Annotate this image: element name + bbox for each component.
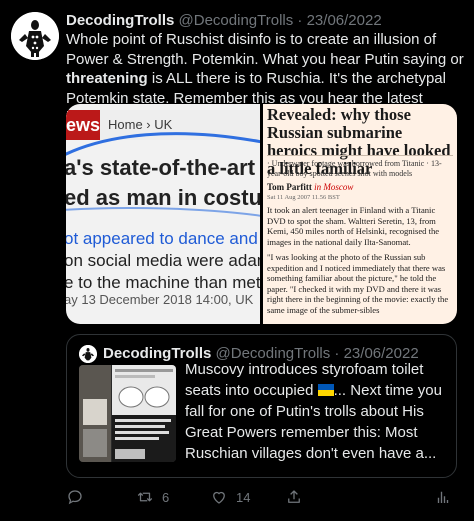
quoted-text: Muscovy introduces styrofoam toilet seat…: [185, 359, 447, 464]
share-icon: [288, 490, 300, 503]
like-count: 14: [236, 489, 251, 505]
tweet-header: DecodingTrolls @DecodingTrolls · 23/06/2…: [66, 12, 382, 29]
action-bar: 6 14: [66, 488, 456, 510]
analytics-icon: [437, 491, 449, 503]
news-date: ay 13 December 2018 14:00, UK: [66, 292, 254, 307]
quoted-media-thumbnail[interactable]: [79, 365, 176, 462]
news-headline: a's state-of-the-art rob ed as man in cos…: [66, 153, 260, 213]
toilet-photo-collage-icon: [79, 365, 176, 462]
news-body-line-1: ot appeared to dance and spea: [66, 229, 258, 248]
byline-location: in Moscow: [314, 182, 354, 192]
article-paragraph-1: It took an alert teenager in Finland wit…: [267, 205, 440, 247]
news-body: ot appeared to dance and spea on social m…: [66, 228, 260, 294]
retweet-icon: [137, 492, 153, 502]
tweet-date[interactable]: 23/06/2022: [307, 12, 382, 29]
article-dateline: Sat 11 Aug 2007 11.56 BST: [267, 194, 340, 201]
tweet-media[interactable]: ews Home › UK a's state-of-the-art robed…: [66, 104, 457, 324]
article-paragraph-2: "I was looking at the photo of the Russi…: [267, 252, 449, 315]
tweet-text-part-1: Whole point of Ruschist disinfo is to cr…: [66, 31, 464, 68]
news-headline-line-1: a's state-of-the-art rob: [66, 155, 256, 180]
heart-icon: [213, 491, 225, 504]
share-button[interactable]: [285, 488, 303, 506]
analytics-button[interactable]: [434, 488, 452, 506]
quoted-tweet[interactable]: DecodingTrolls @DecodingTrolls · 23/06/2…: [66, 334, 457, 478]
troll-logo-icon: [11, 12, 59, 60]
avatar[interactable]: [11, 12, 59, 60]
retweet-count: 6: [162, 489, 170, 505]
divider: [267, 155, 453, 156]
ukraine-flag-icon: [317, 384, 334, 396]
separator: ·: [297, 12, 303, 29]
news-body-line-2: on social media were adamant t: [66, 251, 260, 270]
retweet-button[interactable]: 6: [136, 488, 169, 506]
display-name[interactable]: DecodingTrolls: [66, 12, 174, 29]
handle[interactable]: @DecodingTrolls: [179, 12, 294, 29]
troll-logo-icon: [79, 345, 97, 363]
news-headline-line-2: ed as man in costume: [66, 185, 260, 210]
article-byline: Tom Parfitt in Moscow: [267, 182, 353, 192]
byline-author: Tom Parfitt: [267, 182, 312, 192]
article-screenshot[interactable]: Revealed: why those Russian submarine he…: [263, 104, 457, 324]
article-subhead: · Underwater footage was borrowed from T…: [267, 159, 442, 178]
reply-icon: [68, 490, 82, 505]
reply-button[interactable]: [66, 488, 92, 506]
quoted-avatar[interactable]: [79, 345, 97, 363]
tweet-text-bold: threatening: [66, 70, 148, 87]
like-button[interactable]: 14: [210, 488, 250, 506]
news-screenshot[interactable]: ews Home › UK a's state-of-the-art robed…: [66, 104, 260, 324]
news-body-line-3: e to the machine than met the: [66, 273, 260, 292]
